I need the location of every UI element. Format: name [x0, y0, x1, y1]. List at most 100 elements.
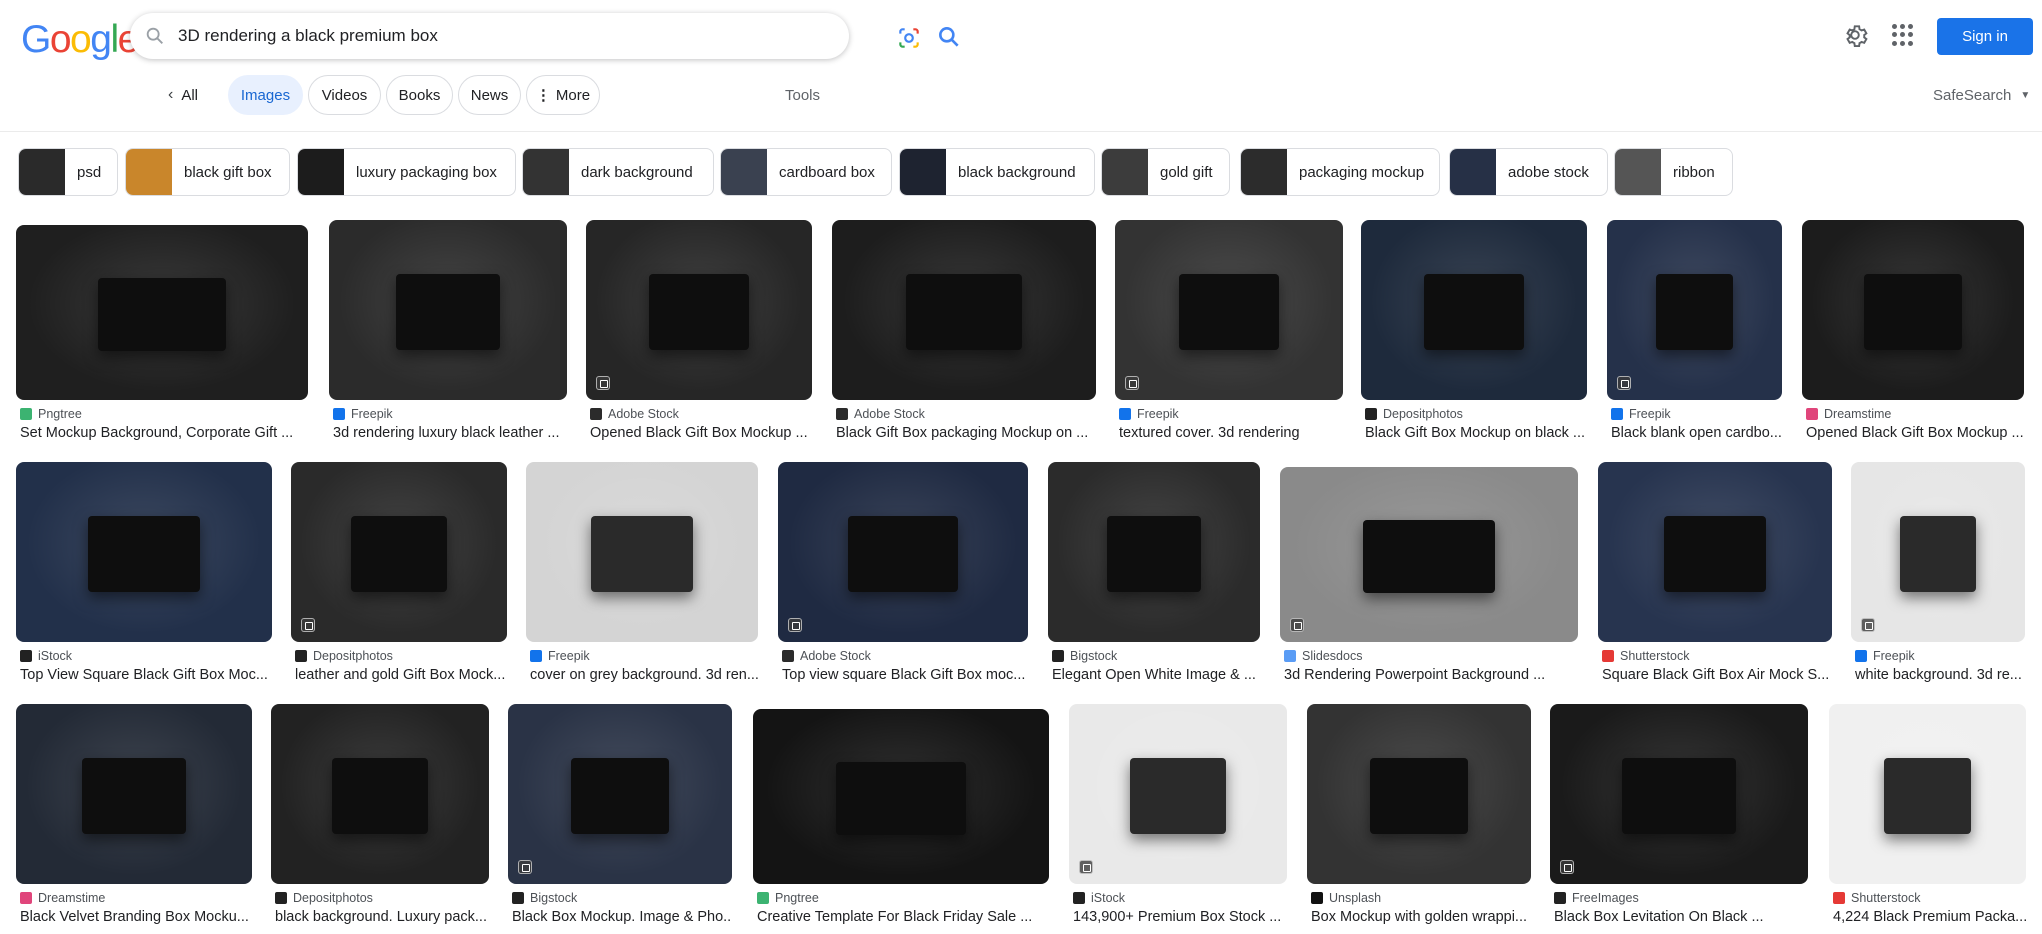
result-thumbnail[interactable] [271, 704, 489, 884]
result-source[interactable]: Unsplash [1311, 891, 1381, 905]
search-input[interactable] [178, 23, 738, 49]
result-title[interactable]: Creative Template For Black Friday Sale … [757, 909, 1049, 925]
result-thumbnail[interactable] [832, 220, 1096, 400]
result-thumbnail[interactable] [1829, 704, 2026, 884]
result-title[interactable]: Opened Black Gift Box Mockup ... [590, 425, 812, 441]
result-thumbnail[interactable] [508, 704, 732, 884]
result-source[interactable]: Freepik [1855, 649, 1915, 663]
image-result-card[interactable]: Pngtree Set Mockup Background, Corporate … [16, 220, 308, 460]
image-result-card[interactable]: iStock 143,900+ Premium Box Stock ... [1069, 704, 1287, 934]
chip-dark-background[interactable]: dark background [522, 148, 714, 196]
result-thumbnail[interactable] [1361, 220, 1587, 400]
chip-cardboard-box[interactable]: cardboard box [720, 148, 892, 196]
chip-luxury-packaging-box[interactable]: luxury packaging box [297, 148, 516, 196]
result-title[interactable]: Top view square Black Gift Box moc... [782, 667, 1028, 683]
chip-ribbon[interactable]: ribbon [1614, 148, 1733, 196]
result-title[interactable]: Black Box Levitation On Black ... [1554, 909, 1808, 925]
result-title[interactable]: Square Black Gift Box Air Mock S... [1602, 667, 1832, 683]
result-source[interactable]: Depositphotos [1365, 407, 1463, 421]
apps-grid-icon[interactable] [1892, 24, 1914, 46]
result-thumbnail[interactable] [16, 704, 252, 884]
result-title[interactable]: 4,224 Black Premium Packa... [1833, 909, 2026, 925]
result-source[interactable]: iStock [1073, 891, 1125, 905]
chip-packaging-mockup[interactable]: packaging mockup [1240, 148, 1440, 196]
result-source[interactable]: Shutterstock [1602, 649, 1689, 663]
tools-button[interactable]: Tools [785, 75, 820, 115]
result-source[interactable]: Bigstock [1052, 649, 1117, 663]
image-result-card[interactable]: iStock Top View Square Black Gift Box Moc… [16, 462, 272, 702]
result-thumbnail[interactable] [16, 225, 308, 400]
result-thumbnail[interactable] [586, 220, 812, 400]
result-thumbnail[interactable] [1607, 220, 1782, 400]
result-title[interactable]: cover on grey background. 3d ren... [530, 667, 758, 683]
result-thumbnail[interactable] [1307, 704, 1531, 884]
result-thumbnail[interactable] [1115, 220, 1343, 400]
result-source[interactable]: Freepik [530, 649, 590, 663]
google-logo[interactable]: Google [21, 18, 139, 61]
result-thumbnail[interactable] [778, 462, 1028, 642]
result-source[interactable]: Freepik [1611, 407, 1671, 421]
result-source[interactable]: Adobe Stock [782, 649, 871, 663]
result-source[interactable]: Dreamstime [20, 891, 105, 905]
chip-gold-gift[interactable]: gold gift [1101, 148, 1230, 196]
image-result-card[interactable]: Adobe Stock Black Gift Box packaging Mock… [832, 220, 1096, 460]
image-result-card[interactable]: Pngtree Creative Template For Black Frida… [753, 704, 1049, 934]
result-title[interactable]: Black Velvet Branding Box Mocku... [20, 909, 252, 925]
image-result-card[interactable]: Shutterstock Square Black Gift Box Air Mo… [1598, 462, 1832, 702]
image-result-card[interactable]: FreeImages Black Box Levitation On Black … [1550, 704, 1808, 934]
image-result-card[interactable]: Dreamstime Black Velvet Branding Box Mock… [16, 704, 252, 934]
result-thumbnail[interactable] [1280, 467, 1578, 642]
tab-news[interactable]: News [458, 75, 521, 115]
result-source[interactable]: Bigstock [512, 891, 577, 905]
image-result-card[interactable]: Shutterstock 4,224 Black Premium Packa... [1829, 704, 2026, 934]
result-source[interactable]: Pngtree [20, 407, 82, 421]
result-thumbnail[interactable] [1598, 462, 1832, 642]
lens-icon[interactable] [896, 25, 922, 51]
image-result-card[interactable]: Freepik 3d rendering luxury black leather… [329, 220, 567, 460]
result-thumbnail[interactable] [526, 462, 758, 642]
result-thumbnail[interactable] [16, 462, 272, 642]
tab-books[interactable]: Books [386, 75, 453, 115]
result-title[interactable]: Black Gift Box packaging Mockup on ... [836, 425, 1096, 441]
image-result-card[interactable]: Adobe Stock Top view square Black Gift Bo… [778, 462, 1028, 702]
image-result-card[interactable]: Adobe Stock Opened Black Gift Box Mockup … [586, 220, 812, 460]
result-thumbnail[interactable] [291, 462, 507, 642]
result-thumbnail[interactable] [753, 709, 1049, 884]
image-result-card[interactable]: Freepik Black blank open cardbo... [1607, 220, 1782, 460]
result-source[interactable]: iStock [20, 649, 72, 663]
chip-black-gift-box[interactable]: black gift box [125, 148, 290, 196]
result-title[interactable]: Top View Square Black Gift Box Moc... [20, 667, 272, 683]
result-thumbnail[interactable] [329, 220, 567, 400]
image-result-card[interactable]: Freepik white background. 3d re... [1851, 462, 2025, 702]
gear-icon[interactable] [1842, 22, 1868, 48]
image-result-card[interactable]: Slidesdocs 3d Rendering Powerpoint Backgr… [1280, 462, 1578, 702]
image-result-card[interactable]: Depositphotos leather and gold Gift Box M… [291, 462, 507, 702]
result-title[interactable]: Elegant Open White Image & ... [1052, 667, 1260, 683]
chip-adobe-stock[interactable]: adobe stock [1449, 148, 1608, 196]
image-result-card[interactable]: Depositphotos black background. Luxury pa… [271, 704, 489, 934]
image-result-card[interactable]: Freepik cover on grey background. 3d ren.… [526, 462, 758, 702]
magnifier-icon[interactable] [936, 24, 962, 50]
result-source[interactable]: Depositphotos [275, 891, 373, 905]
result-thumbnail[interactable] [1550, 704, 1808, 884]
result-title[interactable]: Set Mockup Background, Corporate Gift ..… [20, 425, 308, 441]
result-source[interactable]: Pngtree [757, 891, 819, 905]
image-result-card[interactable]: Freepik textured cover. 3d rendering [1115, 220, 1343, 460]
result-title[interactable]: Black Box Mockup. Image & Pho... [512, 909, 732, 925]
result-title[interactable]: leather and gold Gift Box Mock... [295, 667, 507, 683]
result-title[interactable]: 143,900+ Premium Box Stock ... [1073, 909, 1287, 925]
result-source[interactable]: Freepik [333, 407, 393, 421]
image-result-card[interactable]: Bigstock Black Box Mockup. Image & Pho... [508, 704, 732, 934]
tab-all[interactable]: ‹ All [168, 75, 198, 115]
result-source[interactable]: Adobe Stock [836, 407, 925, 421]
result-source[interactable]: Slidesdocs [1284, 649, 1362, 663]
result-title[interactable]: Black blank open cardbo... [1611, 425, 1782, 441]
result-title[interactable]: textured cover. 3d rendering [1119, 425, 1343, 441]
result-thumbnail[interactable] [1851, 462, 2025, 642]
image-result-card[interactable]: Dreamstime Opened Black Gift Box Mockup .… [1802, 220, 2024, 460]
sign-in-button[interactable]: Sign in [1937, 18, 2033, 55]
tab-more[interactable]: ⋮ More [526, 75, 600, 115]
result-title[interactable]: Box Mockup with golden wrappi... [1311, 909, 1531, 925]
result-title[interactable]: Black Gift Box Mockup on black ... [1365, 425, 1587, 441]
result-title[interactable]: Opened Black Gift Box Mockup ... [1806, 425, 2024, 441]
